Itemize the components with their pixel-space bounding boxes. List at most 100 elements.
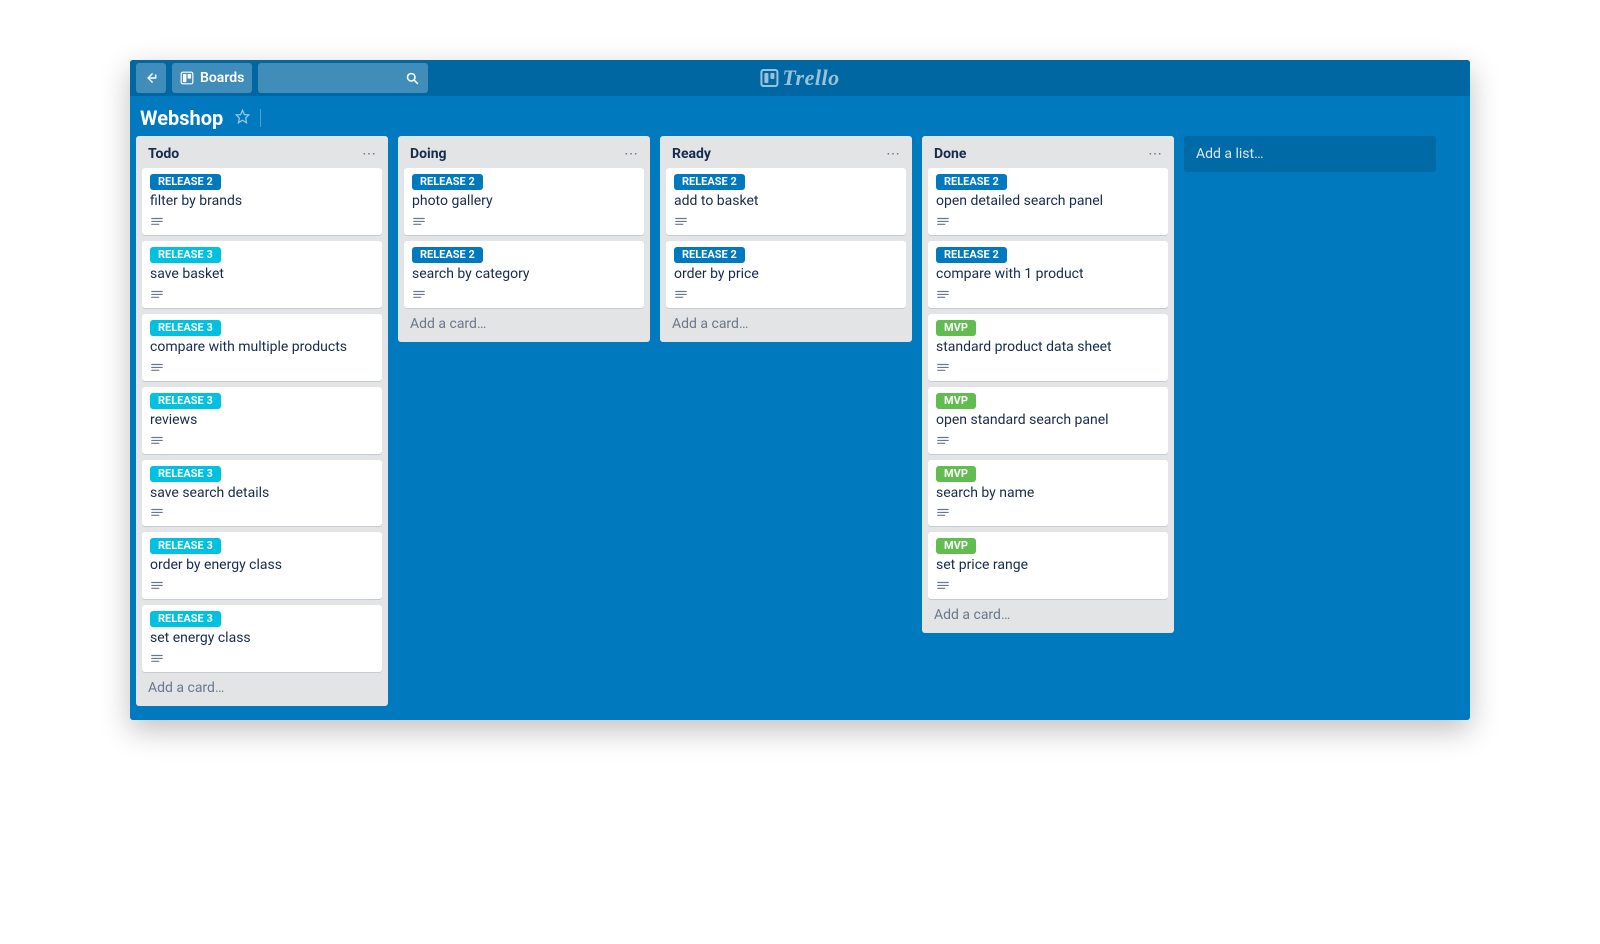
list: Todo ⋯ RELEASE 2 filter by brands RELEASE 3s… bbox=[136, 136, 388, 706]
card-title: reviews bbox=[150, 411, 374, 430]
description-icon bbox=[412, 288, 426, 302]
description-icon bbox=[936, 506, 950, 520]
card-labels: MVP bbox=[936, 538, 1160, 554]
back-button[interactable] bbox=[136, 63, 166, 93]
add-list-button[interactable]: Add a list… bbox=[1184, 136, 1436, 172]
description-icon bbox=[150, 579, 164, 593]
card[interactable]: MVPset price range bbox=[928, 532, 1168, 599]
list-menu-button[interactable]: ⋯ bbox=[1148, 147, 1162, 161]
card-labels: RELEASE 3 bbox=[150, 393, 374, 409]
search-input[interactable] bbox=[258, 63, 428, 93]
card-label[interactable]: MVP bbox=[936, 538, 976, 554]
card-labels: RELEASE 3 bbox=[150, 538, 374, 554]
add-card-button[interactable]: Add a card… bbox=[142, 672, 382, 700]
description-icon bbox=[150, 361, 164, 375]
card-label[interactable]: RELEASE 2 bbox=[412, 247, 483, 263]
board-title[interactable]: Webshop bbox=[140, 106, 223, 130]
card-title: open standard search panel bbox=[936, 411, 1160, 430]
card[interactable]: MVPstandard product data sheet bbox=[928, 314, 1168, 381]
back-arrow-icon bbox=[144, 70, 158, 86]
card[interactable]: MVP open standard search panel bbox=[928, 387, 1168, 454]
description-icon bbox=[150, 215, 164, 229]
card-badges bbox=[412, 215, 636, 229]
search-icon bbox=[405, 71, 420, 86]
topbar: Boards Trello bbox=[130, 60, 1470, 96]
card-label[interactable]: RELEASE 3 bbox=[150, 247, 221, 263]
card-label[interactable]: RELEASE 3 bbox=[150, 611, 221, 627]
list: Doing ⋯ RELEASE 2 photo gallery RELEASE 2 sea… bbox=[398, 136, 650, 342]
card[interactable]: RELEASE 2 search by category bbox=[404, 241, 644, 308]
card[interactable]: RELEASE 3save search details bbox=[142, 460, 382, 527]
card-label[interactable]: RELEASE 2 bbox=[936, 247, 1007, 263]
list-title[interactable]: Doing bbox=[410, 146, 447, 162]
card-label[interactable]: RELEASE 2 bbox=[150, 174, 221, 190]
card[interactable]: RELEASE 3set energy class bbox=[142, 605, 382, 672]
list-menu-button[interactable]: ⋯ bbox=[624, 147, 638, 161]
card-label[interactable]: MVP bbox=[936, 320, 976, 336]
card[interactable]: RELEASE 3save basket bbox=[142, 241, 382, 308]
cards-container: RELEASE 2open detailed search panelRELEA… bbox=[928, 168, 1168, 599]
card-labels: RELEASE 3 bbox=[150, 247, 374, 263]
star-button[interactable] bbox=[235, 109, 250, 128]
card-title: add to basket bbox=[674, 192, 898, 211]
card[interactable]: MVP search by name bbox=[928, 460, 1168, 527]
card[interactable]: RELEASE 2 filter by brands bbox=[142, 168, 382, 235]
cards-container: RELEASE 2 add to basket RELEASE 2order by … bbox=[666, 168, 906, 308]
card-title: search by category bbox=[412, 265, 636, 284]
card[interactable]: RELEASE 3order by energy class bbox=[142, 532, 382, 599]
description-icon bbox=[936, 215, 950, 229]
card[interactable]: RELEASE 2 photo gallery bbox=[404, 168, 644, 235]
card-label[interactable]: RELEASE 3 bbox=[150, 320, 221, 336]
list-header: Doing ⋯ bbox=[404, 142, 644, 168]
card-label[interactable]: MVP bbox=[936, 466, 976, 482]
list-title[interactable]: Ready bbox=[672, 146, 711, 162]
description-icon bbox=[936, 361, 950, 375]
card-badges bbox=[412, 288, 636, 302]
card-labels: RELEASE 2 bbox=[936, 174, 1160, 190]
boards-button[interactable]: Boards bbox=[172, 63, 252, 93]
card-labels: MVP bbox=[936, 320, 1160, 336]
add-card-button[interactable]: Add a card… bbox=[404, 308, 644, 336]
list-menu-button[interactable]: ⋯ bbox=[886, 147, 900, 161]
card[interactable]: RELEASE 2open detailed search panel bbox=[928, 168, 1168, 235]
list-title[interactable]: Done bbox=[934, 146, 966, 162]
card[interactable]: RELEASE 2 add to basket bbox=[666, 168, 906, 235]
list-header: Todo ⋯ bbox=[142, 142, 382, 168]
description-icon bbox=[936, 579, 950, 593]
cards-container: RELEASE 2 photo gallery RELEASE 2 search by… bbox=[404, 168, 644, 308]
card-label[interactable]: RELEASE 2 bbox=[674, 247, 745, 263]
card-label[interactable]: MVP bbox=[936, 393, 976, 409]
boards-label: Boards bbox=[200, 70, 244, 86]
list-title[interactable]: Todo bbox=[148, 146, 179, 162]
trello-logo-text: Trello bbox=[782, 65, 839, 91]
card-label[interactable]: RELEASE 2 bbox=[412, 174, 483, 190]
list-menu-button[interactable]: ⋯ bbox=[362, 147, 376, 161]
card-title: search by name bbox=[936, 484, 1160, 503]
card-labels: RELEASE 3 bbox=[150, 466, 374, 482]
card-label[interactable]: RELEASE 2 bbox=[936, 174, 1007, 190]
card[interactable]: RELEASE 3 reviews bbox=[142, 387, 382, 454]
list-header: Done ⋯ bbox=[928, 142, 1168, 168]
add-card-button[interactable]: Add a card… bbox=[928, 599, 1168, 627]
card-labels: RELEASE 2 bbox=[150, 174, 374, 190]
add-card-button[interactable]: Add a card… bbox=[666, 308, 906, 336]
card-badges bbox=[150, 579, 374, 593]
board-header: Webshop bbox=[130, 96, 1470, 136]
card-title: filter by brands bbox=[150, 192, 374, 211]
card-labels: RELEASE 2 bbox=[936, 247, 1160, 263]
description-icon bbox=[674, 215, 688, 229]
card-title: photo gallery bbox=[412, 192, 636, 211]
card-label[interactable]: RELEASE 3 bbox=[150, 538, 221, 554]
card-label[interactable]: RELEASE 2 bbox=[674, 174, 745, 190]
description-icon bbox=[150, 434, 164, 448]
card-label[interactable]: RELEASE 3 bbox=[150, 393, 221, 409]
card[interactable]: RELEASE 2compare with 1 product bbox=[928, 241, 1168, 308]
card[interactable]: RELEASE 3compare with multiple products bbox=[142, 314, 382, 381]
trello-logo[interactable]: Trello bbox=[760, 65, 839, 91]
card-badges bbox=[674, 288, 898, 302]
list-header: Ready ⋯ bbox=[666, 142, 906, 168]
card-badges bbox=[150, 652, 374, 666]
description-icon bbox=[150, 652, 164, 666]
card-label[interactable]: RELEASE 3 bbox=[150, 466, 221, 482]
card[interactable]: RELEASE 2order by price bbox=[666, 241, 906, 308]
